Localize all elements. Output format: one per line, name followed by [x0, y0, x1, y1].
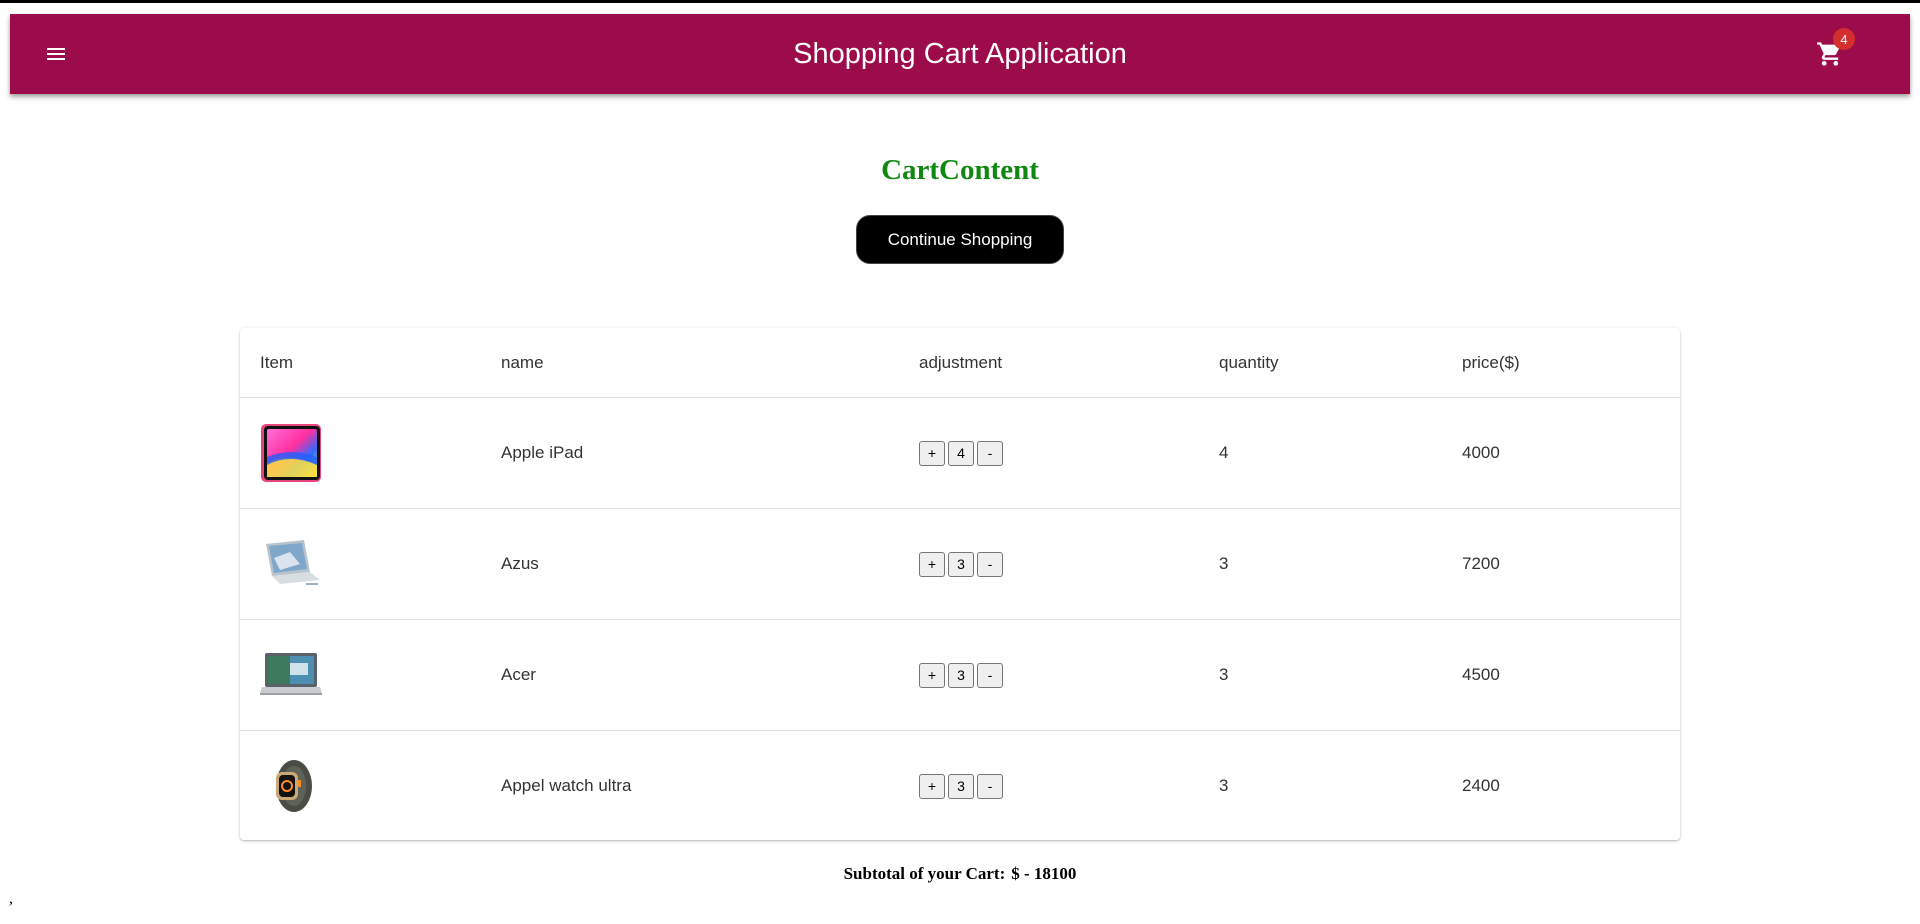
- decrease-quantity-button[interactable]: -: [977, 551, 1003, 577]
- item-name: Appel watch ultra: [501, 776, 632, 795]
- laptop-image: [266, 540, 320, 585]
- cart-count-badge: 4: [1833, 28, 1855, 50]
- decrease-quantity-button[interactable]: -: [977, 440, 1003, 466]
- table-header-row: Item name adjustment quantity price($): [240, 328, 1680, 398]
- increase-quantity-button[interactable]: +: [919, 551, 945, 577]
- item-price: 2400: [1462, 776, 1500, 795]
- ipad-image: [261, 424, 321, 482]
- cart-table-card: Item name adjustment quantity price($) A…: [240, 328, 1680, 840]
- stepper-value: 3: [948, 662, 974, 688]
- decrease-quantity-button[interactable]: -: [977, 773, 1003, 799]
- adjustment-cell: + 3 -: [899, 731, 1199, 842]
- menu-icon: [47, 48, 65, 60]
- watch-image: [276, 760, 312, 812]
- header-adjustment: adjustment: [899, 328, 1199, 398]
- table-row: Appel watch ultra + 3 - 3 2400: [240, 731, 1680, 842]
- continue-shopping-button[interactable]: Continue Shopping: [856, 215, 1064, 264]
- item-quantity: 3: [1219, 776, 1229, 795]
- increase-quantity-button[interactable]: +: [919, 440, 945, 466]
- header-quantity: quantity: [1199, 328, 1442, 398]
- item-quantity: 3: [1199, 619, 1442, 731]
- laptop-image: [260, 653, 322, 695]
- window-top-strip: [0, 0, 1920, 3]
- quantity-stepper: + 3 -: [919, 662, 1003, 688]
- quantity-stepper: + 3 -: [919, 551, 1003, 577]
- table-row: Azus + 3 - 3 7200: [240, 508, 1680, 620]
- header-price: price($): [1442, 328, 1680, 398]
- menu-button[interactable]: [38, 36, 74, 72]
- adjustment-cell: + 3 -: [899, 619, 1199, 731]
- cart-table: Item name adjustment quantity price($) A…: [240, 328, 1680, 841]
- item-quantity: 3: [1199, 508, 1442, 620]
- item-quantity: 4: [1199, 397, 1442, 509]
- header-item: Item: [240, 328, 481, 398]
- stray-text: ,: [9, 890, 13, 907]
- item-price: 4000: [1442, 397, 1680, 509]
- table-row: Apple iPad + 4 - 4 4000: [240, 397, 1680, 509]
- stepper-value: 3: [948, 773, 974, 799]
- item-price: 7200: [1442, 508, 1680, 620]
- quantity-stepper: + 3 -: [919, 773, 1003, 799]
- header-name: name: [481, 328, 899, 398]
- app-bar: Shopping Cart Application 4: [10, 14, 1910, 94]
- item-name: Apple iPad: [481, 397, 899, 509]
- item-name: Acer: [481, 619, 899, 731]
- subtotal-value: $ - 18100: [1011, 864, 1077, 883]
- app-title: Shopping Cart Application: [793, 37, 1127, 70]
- page-title: CartContent: [881, 154, 1039, 186]
- item-image-cell: [240, 397, 481, 509]
- increase-quantity-button[interactable]: +: [919, 662, 945, 688]
- subtotal-label: Subtotal of your Cart:: [843, 864, 1006, 883]
- table-row: Acer + 3 - 3 4500: [240, 619, 1680, 731]
- increase-quantity-button[interactable]: +: [919, 773, 945, 799]
- item-image-cell: [240, 508, 481, 620]
- decrease-quantity-button[interactable]: -: [977, 662, 1003, 688]
- cart-subtotal: Subtotal of your Cart: $ - 18100: [0, 864, 1920, 884]
- adjustment-cell: + 4 -: [899, 397, 1199, 509]
- item-price: 4500: [1442, 619, 1680, 731]
- item-name: Azus: [481, 508, 899, 620]
- stepper-value: 3: [948, 551, 974, 577]
- item-image-cell: [240, 619, 481, 731]
- adjustment-cell: + 3 -: [899, 508, 1199, 620]
- quantity-stepper: + 4 -: [919, 440, 1003, 466]
- item-image-cell: [240, 731, 481, 842]
- stepper-value: 4: [948, 440, 974, 466]
